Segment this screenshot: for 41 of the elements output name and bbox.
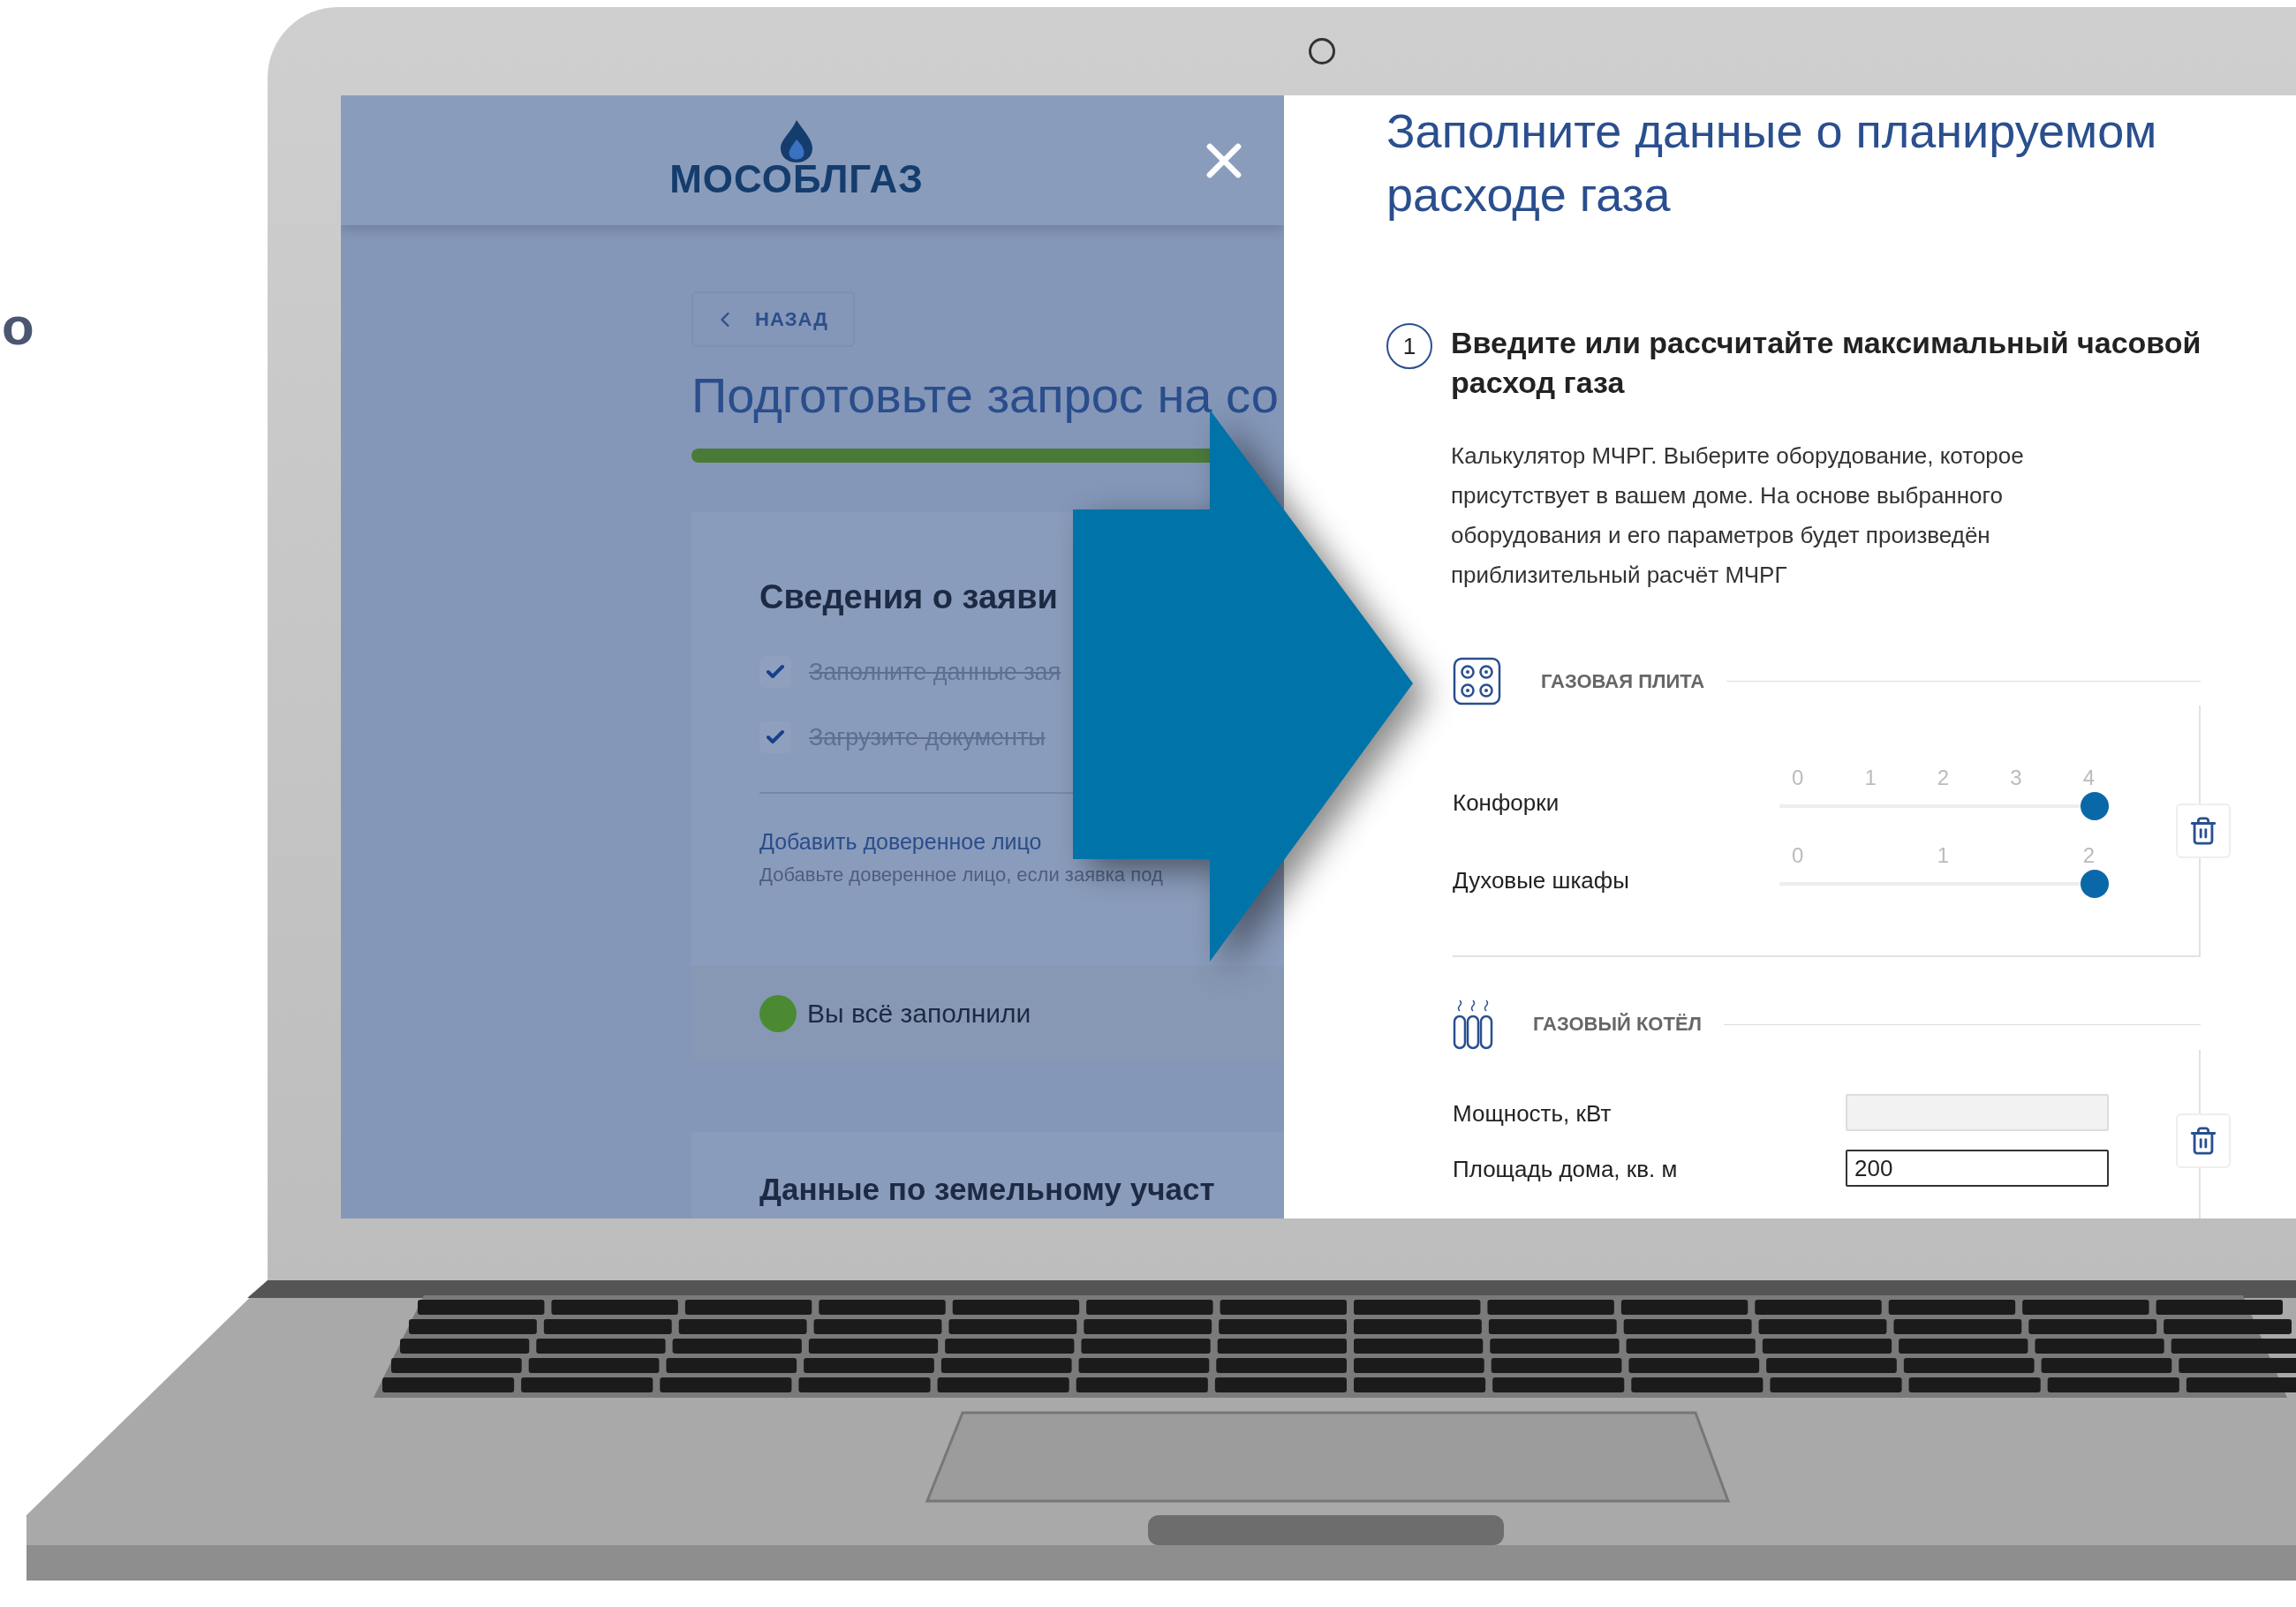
card-title: Данные по земельному участ (759, 1172, 1216, 1207)
card-title: Сведения о заяви (759, 578, 1059, 616)
slider-thumb[interactable] (2081, 870, 2109, 898)
trash-icon (2188, 815, 2218, 846)
delete-button[interactable] (2176, 1113, 2231, 1168)
tick-label: 0 (1792, 766, 1804, 790)
section-title: ГАЗОВЫЙ КОТЁЛ (1533, 1013, 1703, 1036)
tick-label: 1 (1937, 843, 1950, 868)
field-label: Мощность, кВт (1453, 1100, 1612, 1128)
tick-label: 4 (2082, 766, 2095, 790)
checkbox[interactable] (759, 656, 791, 688)
delete-button[interactable] (2176, 803, 2231, 858)
panel-title: Заполните данные о планируемом расходе газа (1386, 103, 2158, 223)
stove-icon (1453, 657, 1501, 705)
row-label: Духовые шкафы (1453, 867, 1630, 895)
status-text: Вы всё заполнили (807, 999, 1031, 1029)
slider-thumb[interactable] (2081, 792, 2109, 820)
tick-label: 0 (1792, 843, 1804, 868)
logo-text: МОСОБЛГАЗ (669, 156, 924, 201)
tick-label: 1 (1864, 766, 1877, 790)
status-dot (759, 995, 797, 1032)
radiator-icon (1453, 999, 1493, 1050)
camera-icon (1309, 38, 1335, 64)
tick-label: 2 (1937, 766, 1950, 790)
input-field[interactable]: 200 (1846, 1150, 2109, 1187)
page-heading: Подготовьте запрос на со (691, 366, 1280, 424)
flame-icon (779, 119, 814, 162)
hint-text: Добавьте доверенное лицо, если заявка под (759, 864, 1163, 886)
background-text: о (2, 297, 34, 356)
tick-label: 2 (2082, 843, 2095, 868)
field-label: Площадь дома, кв. м (1453, 1156, 1679, 1184)
step-description: Калькулятор МЧРГ. Выберите оборудование, которое присутствует в вашем доме. На основе выбранного оборудования и его параметров будет произведён приблизительный расчёт МЧРГ (1451, 441, 2025, 590)
row-label: Конфорки (1453, 789, 1560, 818)
back-button[interactable]: НАЗАД (691, 291, 855, 347)
tick-label: 3 (2010, 766, 2022, 790)
add-proxy-link[interactable]: Добавить доверенное лицо (759, 829, 1042, 855)
step-title: Введите или рассчитайте максимальный часовой расход газа (1451, 325, 2202, 401)
step-number: 1 (1386, 323, 1432, 369)
section-title: ГАЗОВАЯ ПЛИТА (1541, 669, 1705, 693)
checkbox[interactable] (759, 721, 791, 753)
trash-icon (2188, 1125, 2218, 1156)
